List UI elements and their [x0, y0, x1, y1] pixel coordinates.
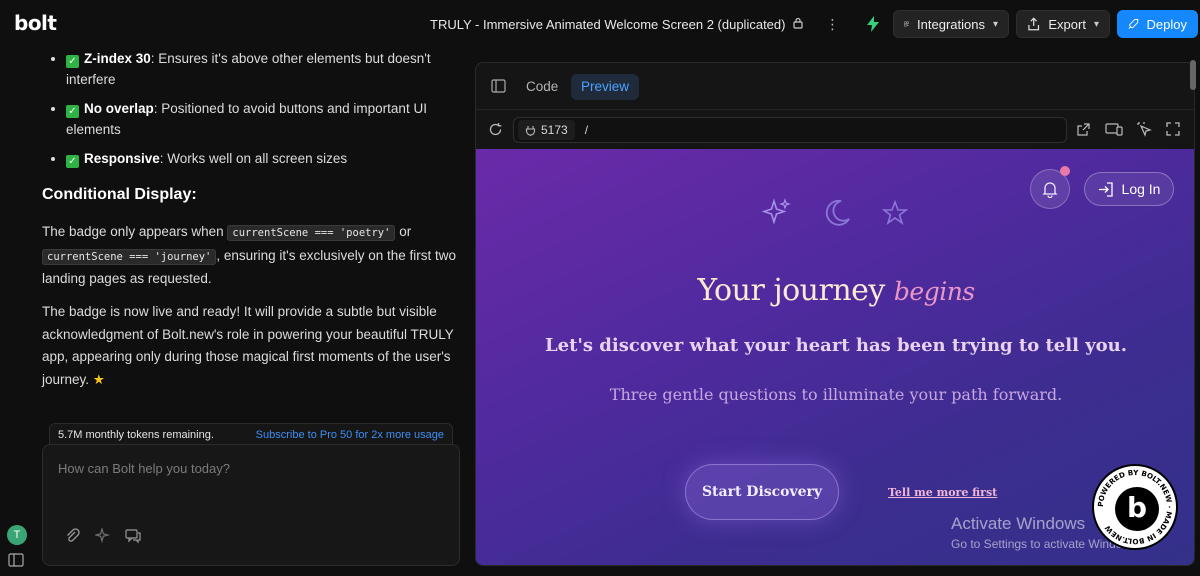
- bullet-bold: No overlap: [84, 101, 154, 116]
- prompt-placeholder: How can Bolt help you today?: [58, 461, 230, 476]
- chevron-down-icon: ▾: [992, 18, 998, 30]
- notification-dot: [1060, 166, 1070, 176]
- inline-code: currentScene === 'poetry': [227, 225, 396, 241]
- preview-tools: [1076, 122, 1180, 137]
- project-title-text: TRULY - Immersive Animated Welcome Scree…: [430, 17, 786, 32]
- panel-toggle-icon[interactable]: [491, 79, 506, 98]
- lightning-icon: [867, 16, 879, 32]
- input-toolbar: [65, 528, 141, 544]
- bullet-text: : Works well on all screen sizes: [159, 151, 348, 166]
- plug-icon: [525, 125, 536, 136]
- deploy-label: Deploy: [1146, 16, 1187, 32]
- hero-headline: Your journey begins: [476, 273, 1194, 308]
- more-options-icon[interactable]: ⋮: [825, 16, 839, 33]
- deploy-button[interactable]: Deploy: [1117, 10, 1198, 38]
- external-link-icon[interactable]: [1076, 122, 1091, 137]
- export-button[interactable]: Export ▾: [1016, 10, 1110, 38]
- message-paragraph: The badge only appears when currentScene…: [42, 221, 462, 291]
- lock-icon: [793, 17, 804, 32]
- rocket-icon: [1128, 19, 1139, 29]
- headline-accent: begins: [893, 277, 975, 306]
- fullscreen-icon[interactable]: [1166, 122, 1180, 136]
- bolt-lightning-button[interactable]: [862, 10, 884, 38]
- subscribe-link[interactable]: Subscribe to Pro 50 for 2x more usage: [256, 429, 444, 441]
- chevron-down-icon: ▾: [1093, 18, 1099, 30]
- upload-icon: [1028, 17, 1040, 31]
- integrations-button[interactable]: Integrations ▾: [893, 10, 1009, 38]
- hero-subtitle-secondary: Three gentle questions to illuminate you…: [609, 385, 1063, 404]
- bullet-list: ✓Z-index 30: Ensures it's above other el…: [50, 48, 460, 177]
- integrations-label: Integrations: [917, 16, 985, 32]
- bullet-bold: Z-index 30: [84, 51, 151, 66]
- inspect-icon[interactable]: [1137, 122, 1152, 137]
- list-item: ✓ Responsive: Works well on all screen si…: [66, 148, 460, 169]
- workbench-tabs: Code Preview: [476, 63, 1194, 109]
- bullet-bold: Responsive: [84, 151, 160, 166]
- tell-me-more-link[interactable]: Tell me more first: [888, 486, 997, 499]
- star-icon: ★: [92, 371, 105, 387]
- url-path: /: [584, 123, 589, 137]
- bolt-logo[interactable]: bolt: [14, 11, 57, 35]
- preview-url-bar: 5173 /: [476, 109, 1194, 149]
- login-icon: [1098, 181, 1113, 197]
- moon-icon: [825, 199, 850, 226]
- star-icon: [882, 200, 908, 226]
- workbench-panel: Code Preview 5173 / Log In Your journey …: [475, 62, 1195, 566]
- section-heading: Conditional Display:: [42, 186, 197, 203]
- start-discovery-button[interactable]: Start Discovery: [685, 464, 839, 520]
- login-label: Log In: [1121, 181, 1161, 197]
- list-item: ✓Z-index 30: Ensures it's above other el…: [66, 48, 460, 90]
- tab-preview[interactable]: Preview: [571, 74, 640, 100]
- top-bar: bolt TRULY - Immersive Animated Welcome …: [0, 0, 1200, 48]
- sparkle-icon[interactable]: [95, 528, 111, 544]
- login-button[interactable]: Log In: [1084, 172, 1174, 206]
- sidebar-toggle-button[interactable]: [8, 553, 24, 572]
- check-icon: ✓: [66, 155, 79, 168]
- project-title[interactable]: TRULY - Immersive Animated Welcome Scree…: [430, 16, 839, 33]
- check-icon: ✓: [66, 105, 79, 118]
- port-number: 5173: [541, 123, 568, 137]
- bolt-badge[interactable]: POWERED BY BOLT.NEW · MADE IN BOLT.NEW b: [1092, 464, 1178, 550]
- tab-code[interactable]: Code: [516, 74, 568, 100]
- url-input[interactable]: 5173 /: [513, 117, 1067, 143]
- sparkles-icon: [762, 198, 791, 225]
- tokens-remaining: 5.7M monthly tokens remaining.: [58, 428, 214, 441]
- sidebar-icon: [8, 553, 24, 567]
- bell-icon: [1042, 181, 1058, 198]
- hero-subtitle: Let's discover what your heart has been …: [544, 335, 1128, 356]
- preview-app: Log In Your journey begins Let's discove…: [476, 149, 1194, 565]
- inline-code: currentScene === 'journey': [42, 248, 217, 265]
- reload-icon[interactable]: [488, 122, 503, 142]
- token-banner: 5.7M monthly tokens remaining. Subscribe…: [49, 423, 453, 445]
- text-span: or: [395, 224, 412, 239]
- text-span: The badge only appears when: [42, 224, 228, 239]
- device-preview-icon[interactable]: [1105, 122, 1123, 137]
- chat-discuss-icon[interactable]: [125, 528, 141, 544]
- attach-icon[interactable]: [65, 528, 81, 544]
- bolt-b-logo: b: [1115, 487, 1159, 531]
- scrollbar[interactable]: [1190, 60, 1196, 90]
- integrations-icon: [904, 21, 909, 27]
- avatar[interactable]: T: [7, 525, 27, 545]
- port-selector[interactable]: 5173: [518, 120, 575, 140]
- list-item: ✓No overlap: Positioned to avoid buttons…: [66, 98, 460, 140]
- chat-panel: ✓Z-index 30: Ensures it's above other el…: [0, 48, 472, 576]
- headline-main: Your journey: [697, 273, 894, 308]
- export-label: Export: [1048, 16, 1086, 32]
- prompt-input[interactable]: How can Bolt help you today?: [42, 444, 460, 566]
- check-icon: ✓: [66, 55, 79, 68]
- message-paragraph: The badge is now live and ready! It will…: [42, 301, 462, 391]
